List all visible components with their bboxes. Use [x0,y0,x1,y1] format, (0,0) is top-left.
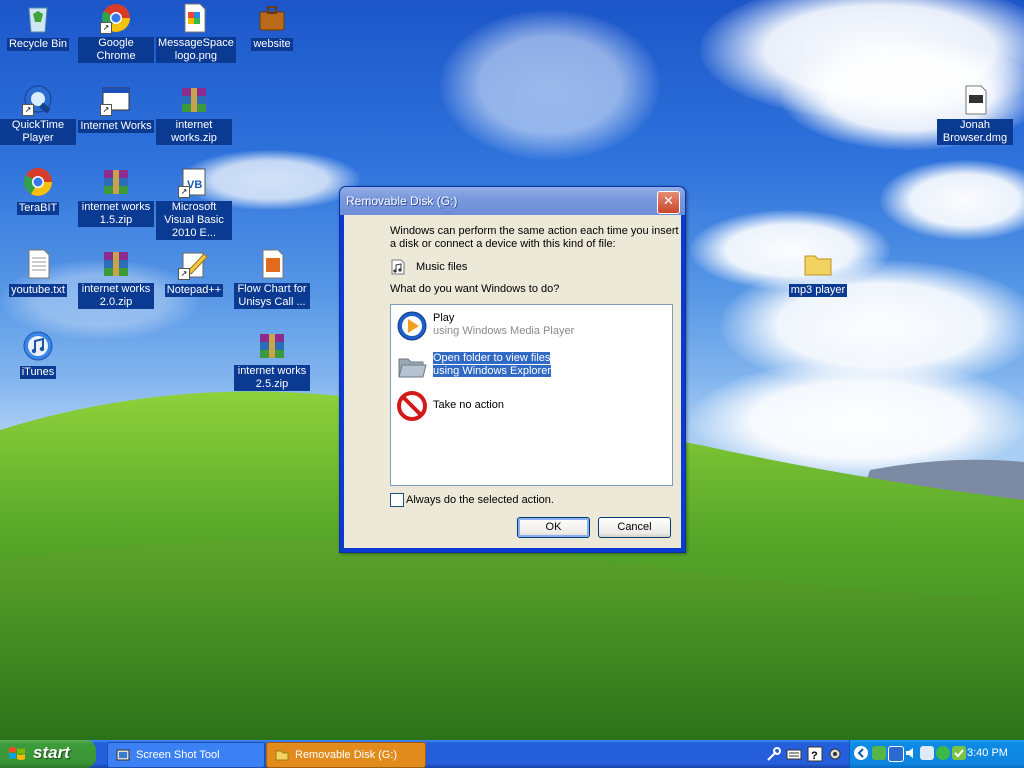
clock: 3:40 PM [967,747,1008,759]
chrome-icon [22,166,54,198]
help-icon[interactable]: ? [807,746,823,762]
svg-text:?: ? [811,750,818,762]
shortcut-arrow-icon: ↗ [178,186,190,198]
start-button[interactable]: start [0,740,96,768]
security-icon[interactable] [952,746,966,760]
dialog-title-bar[interactable]: Removable Disk (G:) ✕ [340,187,685,215]
task-removable-disk[interactable]: Removable Disk (G:) [266,742,426,768]
desktop-icon-itunes[interactable]: iTunes [0,330,76,379]
desktop-icon-youtube-txt[interactable]: youtube.txt [0,248,76,297]
desktop-icon-terabit[interactable]: TeraBIT [0,166,76,215]
option-title: Take no action [433,399,504,411]
folder-icon [397,351,427,381]
winrar-archive-icon [256,330,288,362]
option-open-folder[interactable]: Open folder to view files using Windows … [395,349,665,383]
desktop-icon-quicktime[interactable]: ↗ QuickTime Player [0,84,76,145]
keyboard-icon[interactable] [786,746,802,762]
task-label: Removable Disk (G:) [295,749,398,761]
taskbar: start Screen Shot Tool Removable Disk (G… [0,740,1024,768]
desktop-icon-mp3-player[interactable]: mp3 player [780,248,856,297]
close-icon: ✕ [663,194,674,209]
shortcut-arrow-icon: ↗ [178,268,190,280]
shortcut-arrow-icon: ↗ [100,22,112,34]
winrar-archive-icon [100,166,132,198]
screenshot-tool-icon [116,749,130,761]
folder-icon [802,248,834,280]
ok-button[interactable]: OK [517,517,590,538]
shortcut-arrow-icon: ↗ [100,104,112,116]
dialog-body: Windows can perform the same action each… [344,215,681,548]
option-take-no-action[interactable]: Take no action [395,389,665,423]
visual-basic-icon: VB ↗ [178,166,210,198]
desktop-icon-internet-works-2-0[interactable]: internet works 2.0.zip [78,248,154,309]
quicktime-icon: ↗ [22,84,54,116]
question-label: What do you want Windows to do? [390,283,560,295]
windows-media-player-icon [397,311,427,341]
desktop-icon-jonah-browser[interactable]: Jonah Browser.dmg [937,84,1013,145]
desktop-icon-recycle-bin[interactable]: Recycle Bin [0,2,76,51]
option-title: Open folder to view files [433,352,551,364]
network-icon[interactable] [872,746,886,760]
document-file-icon [256,248,288,280]
start-label: start [33,743,70,762]
close-button[interactable]: ✕ [657,191,680,214]
chrome-icon: ↗ [100,2,132,34]
winrar-archive-icon [178,84,210,116]
cancel-button[interactable]: Cancel [598,517,671,538]
image-file-icon [178,2,210,34]
settings-icon[interactable] [827,746,843,762]
task-screen-shot-tool[interactable]: Screen Shot Tool [107,742,265,768]
briefcase-icon [256,2,288,34]
desktop-icon-visual-basic[interactable]: VB ↗ Microsoft Visual Basic 2010 E... [156,166,232,240]
desktop-icon-website[interactable]: website [234,2,310,51]
desktop-icon-internet-works-zip[interactable]: internet works.zip [156,84,232,145]
always-do-label: Always do the selected action. [406,494,554,506]
text-file-icon [22,248,54,280]
notepad-plus-plus-icon: ↗ [178,248,210,280]
no-action-icon [397,391,427,421]
option-title: Play [433,312,455,324]
desktop-icon-flow-chart[interactable]: Flow Chart for Unisys Call ... [234,248,310,309]
desktop-icon-google-chrome[interactable]: ↗ Google Chrome [78,2,154,63]
application-window-icon: ↗ [100,84,132,116]
wireless-icon[interactable] [888,746,904,762]
option-subtitle: using Windows Media Player [433,325,575,337]
always-do-checkbox[interactable] [390,493,404,507]
desktop-icon-internet-works[interactable]: ↗ Internet Works [78,84,154,133]
safely-remove-hardware-icon[interactable] [920,746,934,760]
winrar-archive-icon [100,248,132,280]
itunes-icon [22,330,54,362]
dialog-title: Removable Disk (G:) [346,194,458,208]
option-play[interactable]: Play using Windows Media Player [395,309,665,343]
music-file-icon [391,259,405,275]
windows-logo-icon [9,747,25,760]
autoplay-dialog: Removable Disk (G:) ✕ Windows can perfor… [339,186,686,553]
recycle-bin-icon [22,2,54,34]
content-type-label: Music files [416,261,468,273]
desktop-icon-internet-works-1-5[interactable]: internet works 1.5.zip [78,166,154,227]
system-tray: 3:40 PM [849,740,1024,768]
desktop-icon-internet-works-2-5[interactable]: internet works 2.5.zip [234,330,310,391]
shortcut-arrow-icon: ↗ [22,104,34,116]
folder-icon [275,750,289,761]
volume-icon[interactable] [904,746,918,760]
messenger-icon[interactable] [936,746,950,760]
option-subtitle: using Windows Explorer [433,365,551,377]
action-list: Play using Windows Media Player Open fol… [390,304,673,486]
tools-icon[interactable] [766,746,782,762]
task-label: Screen Shot Tool [136,749,220,761]
desktop-icon-notepad-plus-plus[interactable]: ↗ Notepad++ [156,248,232,297]
intro-text: Windows can perform the same action each… [390,225,679,250]
desktop-icon-messagespace-logo[interactable]: MessageSpace logo.png [156,2,236,63]
show-hidden-icons-button[interactable] [854,746,868,760]
disk-image-file-icon [959,84,991,116]
